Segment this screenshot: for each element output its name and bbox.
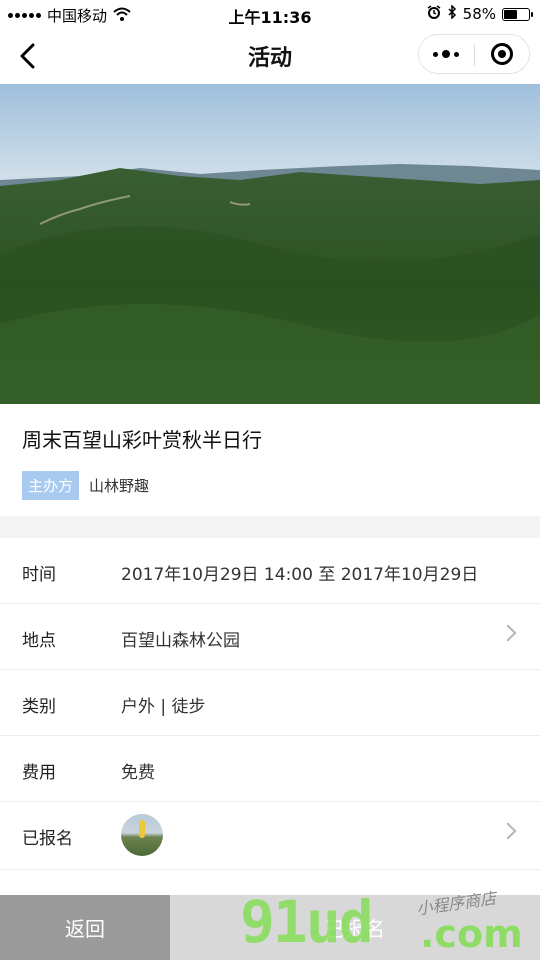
info-label: 已报名 <box>22 829 73 849</box>
status-right: 58% <box>427 4 533 23</box>
more-dots-icon <box>433 50 460 58</box>
info-label: 地点 <box>22 631 56 651</box>
info-label: 时间 <box>22 565 56 585</box>
chevron-right-icon <box>499 822 517 840</box>
info-label: 费用 <box>22 763 56 783</box>
organizer-name[interactable]: 山林野趣 <box>89 475 149 496</box>
battery-percent: 58% <box>462 5 496 23</box>
avatar-person <box>139 820 145 838</box>
info-row-location[interactable]: 地点 百望山森林公园 <box>0 604 540 670</box>
event-title: 周末百望山彩叶赏秋半日行 <box>22 428 262 452</box>
info-label: 类别 <box>22 697 56 717</box>
info-value: 户外 | 徒步 <box>121 697 206 717</box>
info-row-category: 类别 户外 | 徒步 <box>0 670 540 736</box>
info-row-registered[interactable]: 已报名 <box>0 802 540 870</box>
back-bottom-button[interactable]: 返回 <box>0 895 170 960</box>
nav-bar: 活动 <box>0 28 540 84</box>
bluetooth-icon <box>447 4 457 23</box>
info-value: 2017年10月29日 14:00 至 2017年10月29日 <box>121 565 479 585</box>
battery-fill <box>504 9 517 19</box>
info-row-fee: 费用 免费 <box>0 736 540 802</box>
organizer-row: 主办方 山林野趣 <box>22 471 149 500</box>
alarm-icon <box>427 5 441 23</box>
battery-icon <box>502 7 533 21</box>
info-value: 免费 <box>121 763 155 783</box>
organizer-tag: 主办方 <box>22 471 80 500</box>
avatar <box>121 814 163 856</box>
status-bar: 中国移动 上午11:36 58% <box>0 0 540 28</box>
more-button[interactable] <box>419 35 474 73</box>
info-value: 百望山森林公园 <box>121 631 240 651</box>
close-target-icon <box>490 43 513 65</box>
close-mini-program-button[interactable] <box>475 35 530 73</box>
info-row-time: 时间 2017年10月29日 14:00 至 2017年10月29日 <box>0 538 540 604</box>
chevron-right-icon <box>499 624 517 642</box>
mini-program-capsule <box>418 34 530 74</box>
event-cover-image <box>0 84 540 404</box>
bottom-action-bar: 返回 已报名 <box>0 895 540 960</box>
registered-button[interactable]: 已报名 <box>170 895 540 960</box>
section-divider <box>0 516 540 538</box>
